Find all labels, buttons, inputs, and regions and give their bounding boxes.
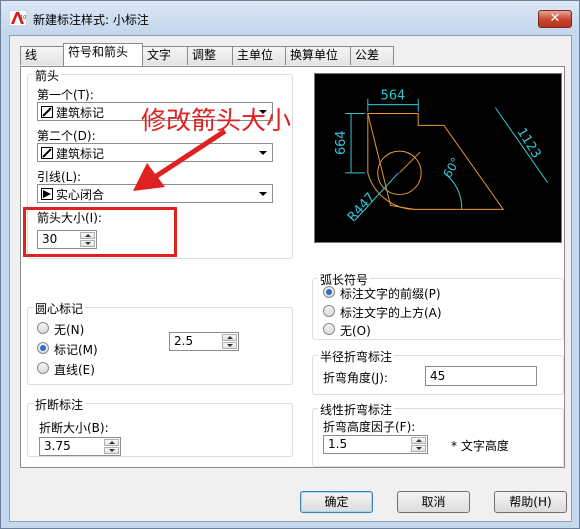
- spin-up-icon[interactable]: [411, 437, 426, 444]
- preview-dim-top: 564: [381, 89, 406, 104]
- leader-arrow-label: 引线(L):: [37, 170, 82, 184]
- center-mark-line-label: 直线(E): [54, 363, 95, 377]
- tab-fit[interactable]: 调整: [187, 46, 233, 65]
- first-arrow-value: 建筑标记: [56, 106, 105, 120]
- architectural-tick-icon: [41, 147, 53, 159]
- arc-none-label: 无(O): [340, 324, 371, 338]
- spin-down-icon[interactable]: [104, 447, 119, 454]
- spin-up-icon[interactable]: [222, 334, 237, 341]
- tab-tolerances[interactable]: 公差: [350, 46, 394, 65]
- arrowheads-group-label: 箭头: [33, 67, 62, 84]
- close-button[interactable]: ✕: [538, 10, 572, 28]
- radio-icon: [323, 323, 335, 335]
- spin-up-icon[interactable]: [104, 439, 119, 446]
- second-arrow-value: 建筑标记: [56, 147, 105, 161]
- cancel-button[interactable]: 取消: [397, 491, 470, 513]
- radio-icon: [37, 322, 49, 334]
- center-marks-group-label: 圆心标记: [33, 300, 86, 317]
- arc-above-label: 标注文字的上方(A): [340, 306, 442, 320]
- arc-prefix-label: 标注文字的前缀(P): [340, 287, 441, 301]
- tab-primary-units[interactable]: 主单位: [232, 46, 286, 65]
- preview-dim-right: 1123: [514, 125, 544, 161]
- jog-factor-spinner[interactable]: 1.5: [323, 435, 428, 454]
- break-size-label: 折断大小(B):: [39, 421, 109, 435]
- preview-dim-radius: R447: [345, 190, 379, 225]
- jog-angle-value: 45: [430, 369, 446, 383]
- dimension-preview: 564 664 1123 60° R447: [314, 73, 562, 243]
- spinner-buttons: [222, 334, 237, 349]
- spinner-buttons: [104, 439, 119, 454]
- center-mark-size-value: 2.5: [174, 334, 194, 348]
- center-mark-none-label: 无(N): [54, 323, 85, 337]
- jog-factor-label: 折弯高度因子(F):: [323, 420, 416, 434]
- ok-button[interactable]: 确定: [300, 491, 373, 513]
- jog-factor-suffix: * 文字高度: [451, 439, 509, 453]
- preview-dim-angle: 60°: [440, 155, 463, 180]
- radio-icon: [323, 305, 335, 317]
- help-button[interactable]: 帮助(H): [494, 491, 567, 513]
- tab-symbols-arrows[interactable]: 符号和箭头: [63, 43, 143, 66]
- closed-filled-arrow-icon: [41, 188, 53, 200]
- window-title: 新建标注样式: 小标注: [33, 13, 149, 27]
- spin-down-icon[interactable]: [222, 342, 237, 349]
- jog-angle-input[interactable]: 45: [425, 366, 537, 386]
- dialog-window: 10 新建标注样式: 小标注 ✕ 线 符号和箭头 文字 调整 主单位 换算单位 …: [0, 0, 580, 529]
- radio-selected-icon: [37, 342, 49, 354]
- tab-alternate-units[interactable]: 换算单位: [285, 46, 351, 65]
- close-icon: ✕: [549, 11, 561, 26]
- autocad-icon: 10: [9, 10, 27, 26]
- chevron-down-icon[interactable]: [255, 145, 270, 160]
- second-arrow-label: 第二个(D):: [37, 129, 96, 143]
- tab-panel: 箭头 第一个(T): 建筑标记 第二个(D): 建筑标记 引线(L): 实心闭合…: [20, 66, 565, 468]
- annotation-arrow-icon: [133, 128, 227, 191]
- spin-down-icon[interactable]: [411, 445, 426, 452]
- break-size-spinner[interactable]: 3.75: [39, 437, 121, 456]
- architectural-tick-icon: [41, 106, 53, 118]
- preview-shape-arc: [367, 113, 415, 210]
- center-mark-size-spinner[interactable]: 2.5: [169, 332, 239, 351]
- linear-jog-group-label: 线性折弯标注: [318, 401, 395, 418]
- preview-shape-outline: [367, 113, 505, 210]
- svg-text:10: 10: [20, 15, 26, 21]
- first-arrow-label: 第一个(T):: [37, 88, 94, 102]
- break-size-value: 3.75: [44, 439, 71, 453]
- jog-angle-label: 折弯角度(J):: [323, 371, 388, 385]
- title-bar[interactable]: 10 新建标注样式: 小标注 ✕: [1, 1, 579, 35]
- dim-break-group-label: 折断标注: [33, 396, 86, 413]
- tab-text[interactable]: 文字: [142, 46, 188, 65]
- preview-dim-left: 664: [334, 131, 349, 156]
- jog-factor-value: 1.5: [328, 437, 348, 451]
- radio-icon: [37, 362, 49, 374]
- leader-arrow-value: 实心闭合: [56, 188, 105, 202]
- annotation-highlight-box: [23, 207, 177, 257]
- spinner-buttons: [411, 437, 426, 452]
- chevron-down-icon[interactable]: [255, 186, 270, 201]
- tab-lines[interactable]: 线: [20, 46, 64, 65]
- center-mark-mark-label: 标记(M): [54, 343, 98, 357]
- radio-selected-icon: [323, 286, 335, 298]
- radius-jog-group-label: 半径折弯标注: [318, 348, 395, 365]
